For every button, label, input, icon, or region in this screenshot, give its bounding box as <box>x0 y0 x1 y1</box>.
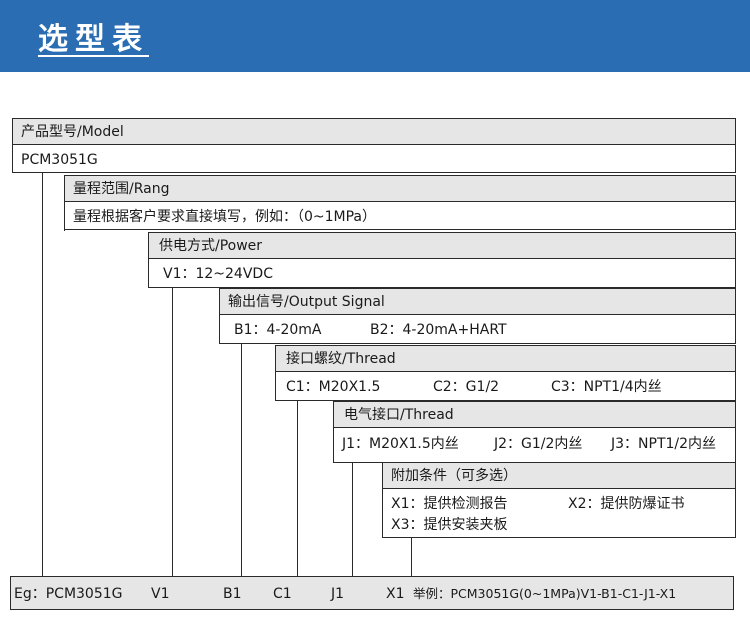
header-banner: 选型表 <box>0 0 750 72</box>
example-v: V1 <box>151 586 170 602</box>
extra-option-x2: X2：提供防爆证书 <box>568 496 685 512</box>
example-j: J1 <box>331 586 345 602</box>
power-header: 供电方式/Power <box>149 233 735 259</box>
thread-header: 接口螺纹/Thread <box>276 346 735 372</box>
connector-line-output <box>241 343 242 576</box>
extra-section: 附加条件（可多选） X1：提供检测报告 X2：提供防爆证书 X3：提供安装夹板 <box>382 462 736 538</box>
model-value: PCM3051G <box>21 152 98 168</box>
example-c: C1 <box>273 586 292 602</box>
page-title: 选型表 <box>38 22 149 57</box>
output-option-b1: B1：4-20mA <box>234 322 322 338</box>
example-b: B1 <box>223 586 242 602</box>
electrical-option-j2: J2：G1/2内丝 <box>494 436 583 452</box>
model-header: 产品型号/Model <box>13 119 735 145</box>
extra-header: 附加条件（可多选） <box>383 463 735 489</box>
output-section: 输出信号/Output Signal B1：4-20mA B2：4-20mA+H… <box>219 288 736 344</box>
range-header: 量程范围/Rang <box>65 176 735 202</box>
connector-line-power <box>172 286 173 576</box>
range-text: 量程根据客户要求直接填写，例如：（0~1MPa） <box>73 209 377 225</box>
model-section: 产品型号/Model PCM3051G <box>12 118 736 173</box>
electrical-option-j3: J3：NPT1/2内丝 <box>611 436 717 452</box>
electrical-section: 电气接口/Thread J1：M20X1.5内丝 J2：G1/2内丝 J3：NP… <box>333 401 736 463</box>
connector-line-model <box>42 172 43 576</box>
connector-line-extra <box>411 538 412 576</box>
model-header-label: 产品型号/Model <box>21 124 124 140</box>
connector-line-thread <box>297 400 298 576</box>
thread-section: 接口螺纹/Thread C1：M20X1.5 C2：G1/2 C3：NPT1/4… <box>275 345 736 401</box>
electrical-header: 电气接口/Thread <box>334 402 735 428</box>
electrical-option-j1: J1：M20X1.5内丝 <box>342 436 459 452</box>
example-x: X1 <box>386 586 405 602</box>
power-option-v1: V1：12~24VDC <box>163 266 273 282</box>
output-header: 输出信号/Output Signal <box>220 289 735 315</box>
example-full: 举例：PCM3051G(0~1MPa)V1-B1-C1-J1-X1 <box>413 586 677 601</box>
range-section: 量程范围/Rang 量程根据客户要求直接填写，例如：（0~1MPa） <box>64 175 736 230</box>
output-option-b2: B2：4-20mA+HART <box>370 322 507 338</box>
power-header-label: 供电方式/Power <box>159 238 263 254</box>
output-header-label: 输出信号/Output Signal <box>228 294 385 310</box>
thread-option-c1: C1：M20X1.5 <box>286 379 381 395</box>
extra-option-x3: X3：提供安装夹板 <box>391 517 508 533</box>
power-section: 供电方式/Power V1：12~24VDC <box>148 232 736 288</box>
thread-option-c3: C3：NPT1/4内丝 <box>551 379 662 395</box>
connector-line-electrical <box>352 463 353 576</box>
extra-header-label: 附加条件（可多选） <box>391 468 517 484</box>
range-header-label: 量程范围/Rang <box>73 181 170 197</box>
thread-header-label: 接口螺纹/Thread <box>286 351 396 367</box>
thread-option-c2: C2：G1/2 <box>433 379 500 395</box>
extra-option-x1: X1：提供检测报告 <box>391 496 508 512</box>
electrical-header-label: 电气接口/Thread <box>344 407 454 423</box>
example-row: Eg：PCM3051G V1 B1 C1 J1 X1 举例：PCM3051G(0… <box>10 576 734 610</box>
example-model: Eg：PCM3051G <box>14 586 123 602</box>
